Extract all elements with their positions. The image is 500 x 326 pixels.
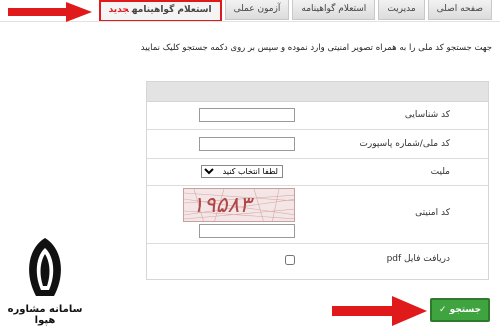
row-tracking-code: کد شناسایی xyxy=(147,102,488,130)
tab-label: آزمون عملی xyxy=(233,4,281,14)
pdf-checkbox[interactable] xyxy=(285,255,295,265)
instruction-text: جهت جستجو کد ملی را به همراه تصویر امنیت… xyxy=(140,43,492,53)
site-logo: سامانه مشاوره هپوا xyxy=(6,234,84,326)
row-nationality: ملیت لطفا انتخاب کنید xyxy=(147,159,488,186)
tab-practical-exam[interactable]: آزمون عملی xyxy=(224,0,290,20)
tab-label: صفحه اصلی xyxy=(436,4,483,14)
captcha-input[interactable] xyxy=(199,224,295,238)
arrow-right-icon xyxy=(8,2,92,22)
logo-emblem xyxy=(29,238,61,296)
form-header xyxy=(147,82,488,102)
captcha-image: ۱۹۵۸۳ xyxy=(183,188,295,222)
arrow-right-icon xyxy=(332,296,427,326)
inquiry-form: کد شناسایی کد ملی/شماره پاسپورت ملیت لطف… xyxy=(146,81,489,280)
pdf-label: دریافت فایل pdf xyxy=(386,254,450,264)
nationality-select[interactable]: لطفا انتخاب کنید xyxy=(201,165,283,178)
captcha-text: ۱۹۵۸۳ xyxy=(192,193,252,218)
tab-license-inquiry-new[interactable]: استعلام گواهینامهجدید xyxy=(98,0,222,22)
tab-label: مدیریت xyxy=(387,4,416,14)
row-captcha: کد امنیتی ۱۹۵۸۳ xyxy=(147,186,488,244)
national-id-label: کد ملی/شماره پاسپورت xyxy=(359,139,450,149)
tracking-code-label: کد شناسایی xyxy=(404,110,450,120)
tab-list: صفحه اصلی مدیریت استعلام گواهینامه آزمون… xyxy=(98,0,492,22)
row-national-id: کد ملی/شماره پاسپورت xyxy=(147,130,488,159)
captcha-label: کد امنیتی xyxy=(415,208,450,218)
nationality-label: ملیت xyxy=(430,167,450,177)
new-badge: جدید xyxy=(108,5,129,15)
row-pdf: دریافت فایل pdf xyxy=(147,244,488,280)
tab-label: استعلام گواهینامه xyxy=(301,4,367,14)
tab-management[interactable]: مدیریت xyxy=(378,0,425,20)
search-button[interactable]: جستجو ✓ xyxy=(430,298,490,322)
logo-text: سامانه مشاوره هپوا xyxy=(7,304,83,326)
tracking-code-input[interactable] xyxy=(199,108,295,122)
tab-home[interactable]: صفحه اصلی xyxy=(427,0,492,20)
tab-label: استعلام گواهینامه xyxy=(131,5,212,15)
national-id-input[interactable] xyxy=(199,137,295,151)
tab-license-inquiry[interactable]: استعلام گواهینامه xyxy=(292,0,376,20)
